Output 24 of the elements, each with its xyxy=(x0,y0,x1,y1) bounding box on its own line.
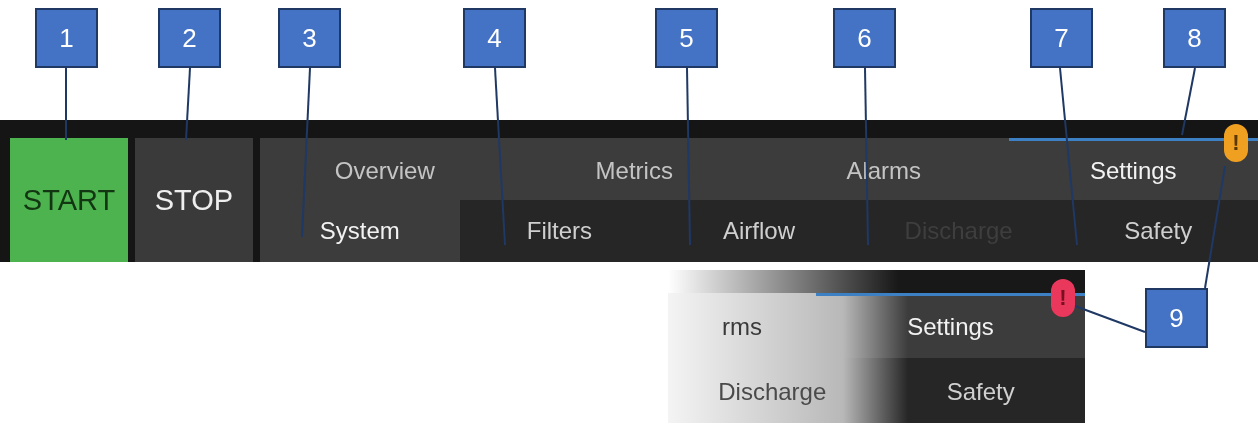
callout-number: 3 xyxy=(278,8,341,68)
callout-number: 7 xyxy=(1030,8,1093,68)
leader-line xyxy=(1074,305,1146,333)
primary-tab[interactable]: Alarms xyxy=(759,138,1009,200)
secondary-tab[interactable]: Safety xyxy=(876,358,1085,423)
callout-number: 6 xyxy=(833,8,896,68)
callout-number: 4 xyxy=(463,8,526,68)
callout-number: 9 xyxy=(1145,288,1208,348)
callout-number: 8 xyxy=(1163,8,1226,68)
alert-badge: ! xyxy=(1224,124,1248,162)
secondary-tab[interactable]: System xyxy=(260,200,460,262)
secondary-tab[interactable]: Filters xyxy=(459,200,660,262)
callout-number: 2 xyxy=(158,8,221,68)
primary-tab[interactable]: Overview xyxy=(260,138,510,200)
secondary-tab[interactable]: Airflow xyxy=(659,200,859,262)
secondary-tab[interactable]: Safety xyxy=(1058,200,1258,262)
primary-tab[interactable]: Metrics xyxy=(509,138,759,200)
stop-button[interactable]: STOP xyxy=(135,138,253,262)
leader-line xyxy=(1181,67,1196,136)
start-button[interactable]: START xyxy=(10,138,128,262)
callout-number: 5 xyxy=(655,8,718,68)
primary-tab[interactable]: rms xyxy=(668,293,816,358)
alert-badge: ! xyxy=(1051,279,1075,317)
callout-number: 1 xyxy=(35,8,98,68)
